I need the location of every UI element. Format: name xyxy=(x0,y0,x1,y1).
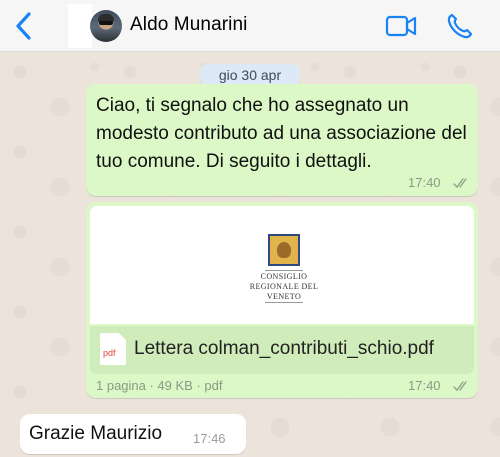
regional-seal-icon xyxy=(268,234,300,266)
chevron-left-icon xyxy=(16,12,31,40)
read-ticks-icon xyxy=(453,381,467,392)
contact-name[interactable]: Aldo Munarini xyxy=(130,14,247,36)
document-file-bar[interactable]: pdf Lettera colman_contributi_schio.pdf xyxy=(90,326,474,374)
message-text: Grazie Maurizio xyxy=(29,423,163,444)
pdf-file-icon: pdf xyxy=(100,333,126,365)
date-separator: gio 30 apr xyxy=(200,64,300,86)
divider xyxy=(265,270,303,271)
message-time: 17:40 xyxy=(408,175,441,190)
avatar[interactable] xyxy=(90,10,122,42)
video-call-button[interactable] xyxy=(385,12,417,40)
document-message-bubble[interactable]: CONSIGLIO REGIONALE DEL VENETO pdf Lette… xyxy=(86,202,478,398)
chat-header: Aldo Munarini xyxy=(0,0,500,52)
message-text: Ciao, ti segnalo che ho assegnato un mod… xyxy=(96,95,467,172)
seal-lion xyxy=(277,242,291,258)
avatar-sunglasses xyxy=(99,21,113,25)
outgoing-message-bubble[interactable]: Ciao, ti segnalo che ho assegnato un mod… xyxy=(86,84,478,196)
read-ticks-icon xyxy=(453,178,467,189)
document-file-info: 1 pagina · 49 KB · pdf xyxy=(96,378,223,393)
video-camera-icon xyxy=(385,15,417,37)
document-preview[interactable]: CONSIGLIO REGIONALE DEL VENETO xyxy=(90,206,474,324)
divider xyxy=(265,302,303,303)
message-time: 17:46 xyxy=(193,431,226,446)
avatar-mask xyxy=(68,4,92,48)
document-header-text: CONSIGLIO REGIONALE DEL VENETO xyxy=(249,272,319,301)
back-button[interactable] xyxy=(12,10,36,42)
pdf-icon-label: pdf xyxy=(103,348,116,358)
incoming-message-bubble[interactable]: Grazie Maurizio 17:46 xyxy=(20,414,246,454)
message-time: 17:40 xyxy=(408,378,441,393)
phone-icon xyxy=(447,13,473,39)
document-file-name: Lettera colman_contributi_schio.pdf xyxy=(134,338,434,359)
voice-call-button[interactable] xyxy=(446,12,474,40)
